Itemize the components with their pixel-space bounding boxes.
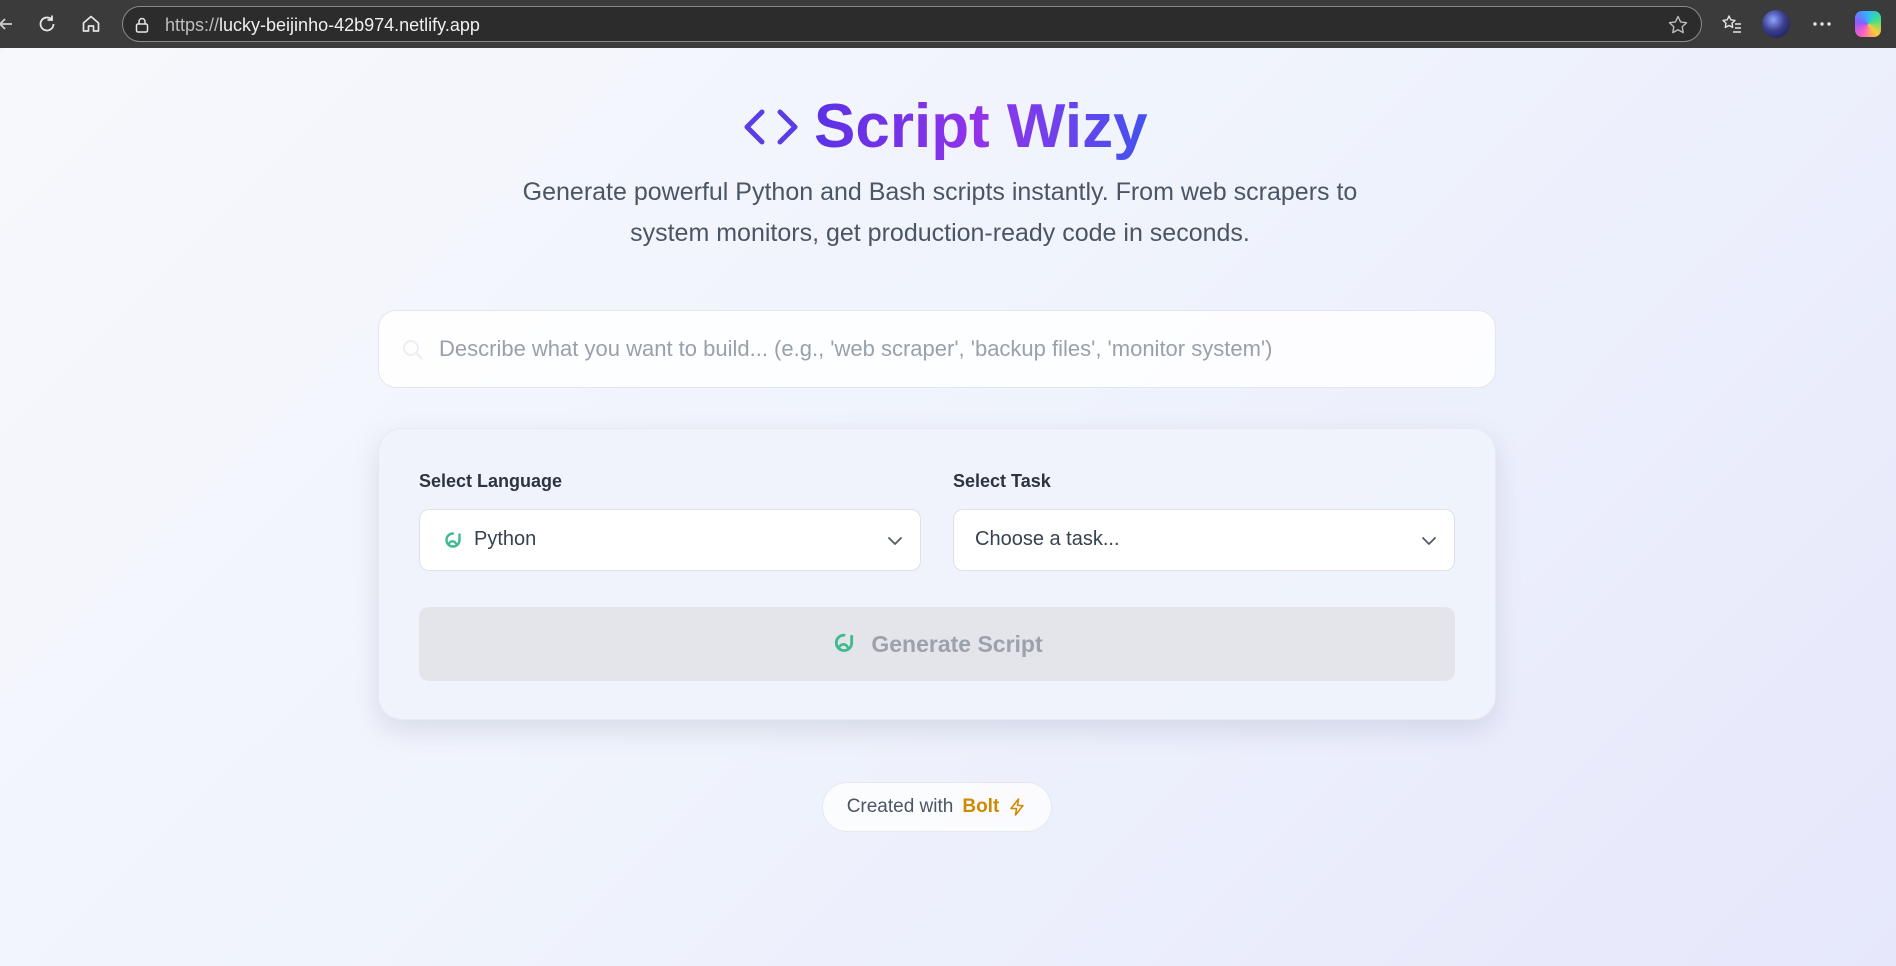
lock-icon[interactable]	[133, 16, 151, 39]
search-input[interactable]	[439, 311, 1479, 387]
bolt-link-text: Bolt	[962, 796, 1000, 817]
python-icon	[835, 633, 854, 652]
back-icon[interactable]	[0, 10, 20, 38]
url-text[interactable]: https://lucky-beijinho-42b974.netlify.ap…	[165, 15, 480, 36]
language-label: Select Language	[419, 471, 563, 491]
profile-avatar[interactable]	[1762, 10, 1790, 38]
generate-script-label: Generate Script	[871, 630, 1043, 657]
task-label: Select Task	[953, 471, 1051, 491]
favorites-icon[interactable]	[1718, 10, 1746, 38]
script-form-card: Select Language Python Select Task Choos…	[378, 428, 1496, 720]
address-bar[interactable]: https://lucky-beijinho-42b974.netlify.ap…	[122, 6, 1702, 42]
favorite-star-icon[interactable]	[1667, 14, 1689, 41]
python-icon	[445, 532, 461, 548]
reload-icon[interactable]	[33, 10, 61, 38]
created-with-bolt-badge[interactable]: Created with Bolt	[822, 782, 1052, 832]
code-icon	[744, 109, 798, 145]
copilot-icon[interactable]	[1854, 10, 1882, 38]
app-header: Script Wizy	[742, 92, 1148, 162]
search-box	[378, 310, 1496, 388]
app-subtitle: Generate powerful Python and Bash script…	[522, 178, 1358, 247]
chevron-down-icon	[888, 537, 902, 545]
url-scheme: https://	[165, 15, 220, 35]
generate-script-button[interactable]: Generate Script	[419, 607, 1455, 681]
language-value: Python	[474, 528, 537, 550]
language-select[interactable]: Python	[419, 509, 921, 571]
chevron-down-icon	[1422, 537, 1436, 545]
url-host: lucky-beijinho-42b974.netlify.app	[219, 15, 480, 35]
task-select[interactable]: Choose a task...	[953, 509, 1455, 571]
home-icon[interactable]	[77, 10, 105, 38]
bolt-icon	[1010, 798, 1025, 816]
page: Script Wizy Generate powerful Python and…	[0, 48, 1896, 966]
browser-toolbar: https://lucky-beijinho-42b974.netlify.ap…	[0, 0, 1896, 48]
app-title: Script Wizy	[814, 92, 1148, 161]
created-with-text: Created with	[846, 796, 954, 817]
more-icon[interactable]	[1808, 10, 1836, 38]
search-icon	[403, 340, 423, 360]
task-value: Choose a task...	[975, 528, 1120, 550]
